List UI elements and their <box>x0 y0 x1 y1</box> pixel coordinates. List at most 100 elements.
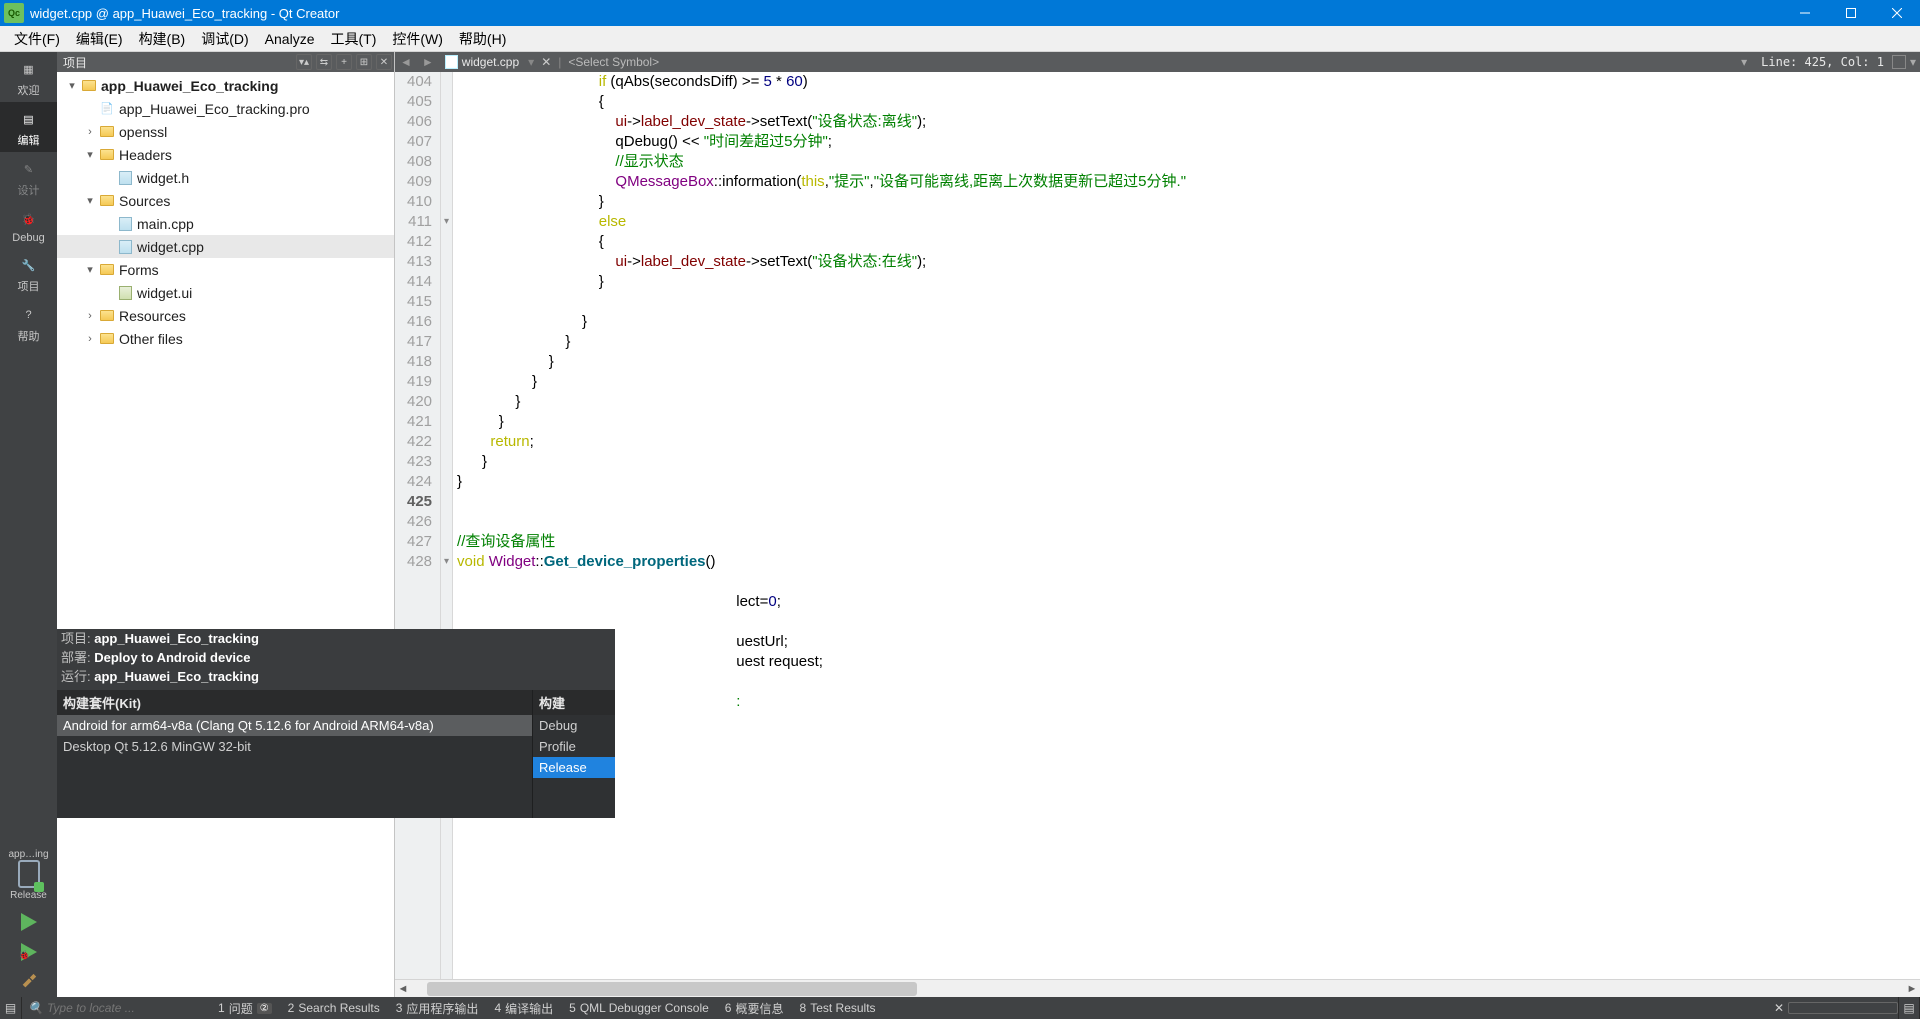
add-icon[interactable]: + <box>336 54 352 70</box>
scroll-right-icon[interactable]: ► <box>1904 983 1920 995</box>
maximize-button[interactable] <box>1828 0 1874 26</box>
build-profile-option[interactable]: Profile <box>533 736 615 757</box>
menu-analyze[interactable]: Analyze <box>257 31 323 47</box>
mode-debug[interactable]: 🐞 Debug <box>0 202 57 248</box>
tree-resources[interactable]: ›Resources <box>57 304 394 327</box>
mode-design[interactable]: ✎ 设计 <box>0 152 57 202</box>
tree-forms[interactable]: ▾Forms <box>57 258 394 281</box>
split-panel-icon[interactable]: ⊞ <box>356 54 372 70</box>
scroll-left-icon[interactable]: ◄ <box>395 983 411 995</box>
title-bar: Qc widget.cpp @ app_Huawei_Eco_tracking … <box>0 0 1920 26</box>
hammer-icon <box>20 973 38 991</box>
split-editor-button[interactable] <box>1892 55 1906 69</box>
tree-headers[interactable]: ▾Headers <box>57 143 394 166</box>
tree-other-files[interactable]: ›Other files <box>57 327 394 350</box>
project-panel: 项目 ▾▴ ⇆ + ⊞ ✕ ▾app_Huawei_Eco_tracking 📄… <box>57 52 395 997</box>
toggle-right-sidebar-button[interactable]: ▤ <box>1898 997 1920 1019</box>
search-icon: 🔍 <box>28 1001 43 1015</box>
build-release-option[interactable]: Release <box>533 757 615 778</box>
output-pane-3[interactable]: 3 应用程序输出 <box>388 1000 487 1017</box>
tree-root-label: app_Huawei_Eco_tracking <box>101 78 278 94</box>
close-document-button[interactable]: ✕ <box>537 55 555 69</box>
close-button[interactable] <box>1874 0 1920 26</box>
mode-edit[interactable]: ▤ 编辑 <box>0 102 57 152</box>
pro-file-icon: 📄 <box>99 101 115 117</box>
debug-icon: 🐞 <box>16 208 42 230</box>
nav-forward-button[interactable]: ► <box>417 55 439 69</box>
mode-projects[interactable]: 🔧 项目 <box>0 248 57 298</box>
tree-root[interactable]: ▾app_Huawei_Eco_tracking <box>57 74 394 97</box>
filter-icon[interactable]: ▾▴ <box>296 54 312 70</box>
mode-welcome[interactable]: ▦ 欢迎 <box>0 52 57 102</box>
minimize-button[interactable] <box>1782 0 1828 26</box>
output-pane-4[interactable]: 4 编译输出 <box>486 1000 561 1017</box>
locator[interactable]: 🔍 <box>22 1001 210 1015</box>
debug-run-button[interactable] <box>0 937 57 967</box>
locator-input[interactable] <box>47 1001 197 1015</box>
build-column: 构建 Debug Profile Release <box>532 690 615 818</box>
code-text[interactable]: if (qAbs(secondsDiff) >= 5 * 60) { ui->l… <box>453 72 1920 979</box>
welcome-icon: ▦ <box>16 58 42 80</box>
output-pane-5[interactable]: 5 QML Debugger Console <box>561 1000 717 1017</box>
output-pane-6[interactable]: 6 概要信息 <box>717 1000 792 1017</box>
projects-icon: 🔧 <box>16 254 42 276</box>
chevron-down-icon[interactable]: ▾ <box>1910 55 1920 69</box>
menu-widgets[interactable]: 控件(W) <box>384 29 451 49</box>
popup-deploy-target: Deploy to Android device <box>94 650 250 665</box>
build-debug-option[interactable]: Debug <box>533 715 615 736</box>
kit-android-option[interactable]: Android for arm64-v8a (Clang Qt 5.12.6 f… <box>57 715 532 736</box>
tree-openssl[interactable]: ›openssl <box>57 120 394 143</box>
build-button[interactable] <box>0 967 57 997</box>
tree-main-cpp[interactable]: main.cpp <box>57 212 394 235</box>
menu-edit[interactable]: 编辑(E) <box>68 29 131 49</box>
tree-sources[interactable]: ▾Sources <box>57 189 394 212</box>
menu-tools[interactable]: 工具(T) <box>322 29 384 49</box>
progress-bar <box>1788 1002 1898 1014</box>
line-number-gutter: 4044054064074084094104114124134144154164… <box>395 72 441 979</box>
toggle-sidebar-button[interactable]: ▤ <box>0 997 22 1019</box>
fold-gutter[interactable]: ▾▾ <box>441 72 453 979</box>
close-panel-icon[interactable]: ✕ <box>376 54 392 70</box>
mode-design-label: 设计 <box>18 182 40 198</box>
output-pane-8[interactable]: 8 Test Results <box>792 1000 884 1017</box>
run-button[interactable] <box>0 907 57 937</box>
ui-file-icon <box>119 286 132 300</box>
folder-icon <box>100 126 114 137</box>
tree-widget-ui[interactable]: widget.ui <box>57 281 394 304</box>
menu-build[interactable]: 构建(B) <box>131 29 194 49</box>
scrollbar-thumb[interactable] <box>427 982 917 996</box>
tree-widget-h[interactable]: widget.h <box>57 166 394 189</box>
menu-file[interactable]: 文件(F) <box>6 29 68 49</box>
build-header: 构建 <box>533 690 615 715</box>
link-icon[interactable]: ⇆ <box>316 54 332 70</box>
mode-sidebar: ▦ 欢迎 ▤ 编辑 ✎ 设计 🐞 Debug 🔧 项目 ? 帮助 app…ing… <box>0 52 57 997</box>
editor-filename-label: widget.cpp <box>462 55 519 69</box>
project-panel-title: 项目 <box>63 54 294 71</box>
folder-icon <box>100 195 114 206</box>
menu-help[interactable]: 帮助(H) <box>451 29 514 49</box>
qt-creator-icon: Qc <box>4 3 24 23</box>
tree-pro-file[interactable]: 📄app_Huawei_Eco_tracking.pro <box>57 97 394 120</box>
chevron-down-icon[interactable]: ▾ <box>1741 55 1753 69</box>
mode-help[interactable]: ? 帮助 <box>0 298 57 348</box>
nav-back-button[interactable]: ◄ <box>395 55 417 69</box>
symbol-selector[interactable]: <Select Symbol> <box>564 55 659 69</box>
line-col-indicator[interactable]: Line: 425, Col: 1 <box>1753 55 1892 69</box>
kit-desktop-option[interactable]: Desktop Qt 5.12.6 MinGW 32-bit <box>57 736 532 757</box>
output-pane-1[interactable]: 1 问题② <box>210 1000 280 1017</box>
cpp-file-icon <box>119 217 132 231</box>
header-file-icon <box>119 171 132 185</box>
close-pane-button[interactable]: ✕ <box>1770 1001 1788 1015</box>
kits-column: 构建套件(Kit) Android for arm64-v8a (Clang Q… <box>57 690 532 818</box>
menu-bar: 文件(F) 编辑(E) 构建(B) 调试(D) Analyze 工具(T) 控件… <box>0 26 1920 52</box>
horizontal-scrollbar[interactable]: ◄ ► <box>395 979 1920 997</box>
target-selector[interactable]: app…ing Release <box>0 843 57 907</box>
tree-widget-cpp[interactable]: widget.cpp <box>57 235 394 258</box>
project-panel-header: 项目 ▾▴ ⇆ + ⊞ ✕ <box>57 52 394 72</box>
code-editor[interactable]: 4044054064074084094104114124134144154164… <box>395 72 1920 979</box>
output-pane-2[interactable]: 2 Search Results <box>280 1000 388 1017</box>
editor-area: ◄ ► widget.cpp ▾ ✕ | <Select Symbol> ▾ L… <box>395 52 1920 997</box>
project-tree[interactable]: ▾app_Huawei_Eco_tracking 📄app_Huawei_Eco… <box>57 72 394 997</box>
menu-debug[interactable]: 调试(D) <box>193 29 256 49</box>
open-file-dropdown[interactable]: widget.cpp <box>439 55 525 69</box>
